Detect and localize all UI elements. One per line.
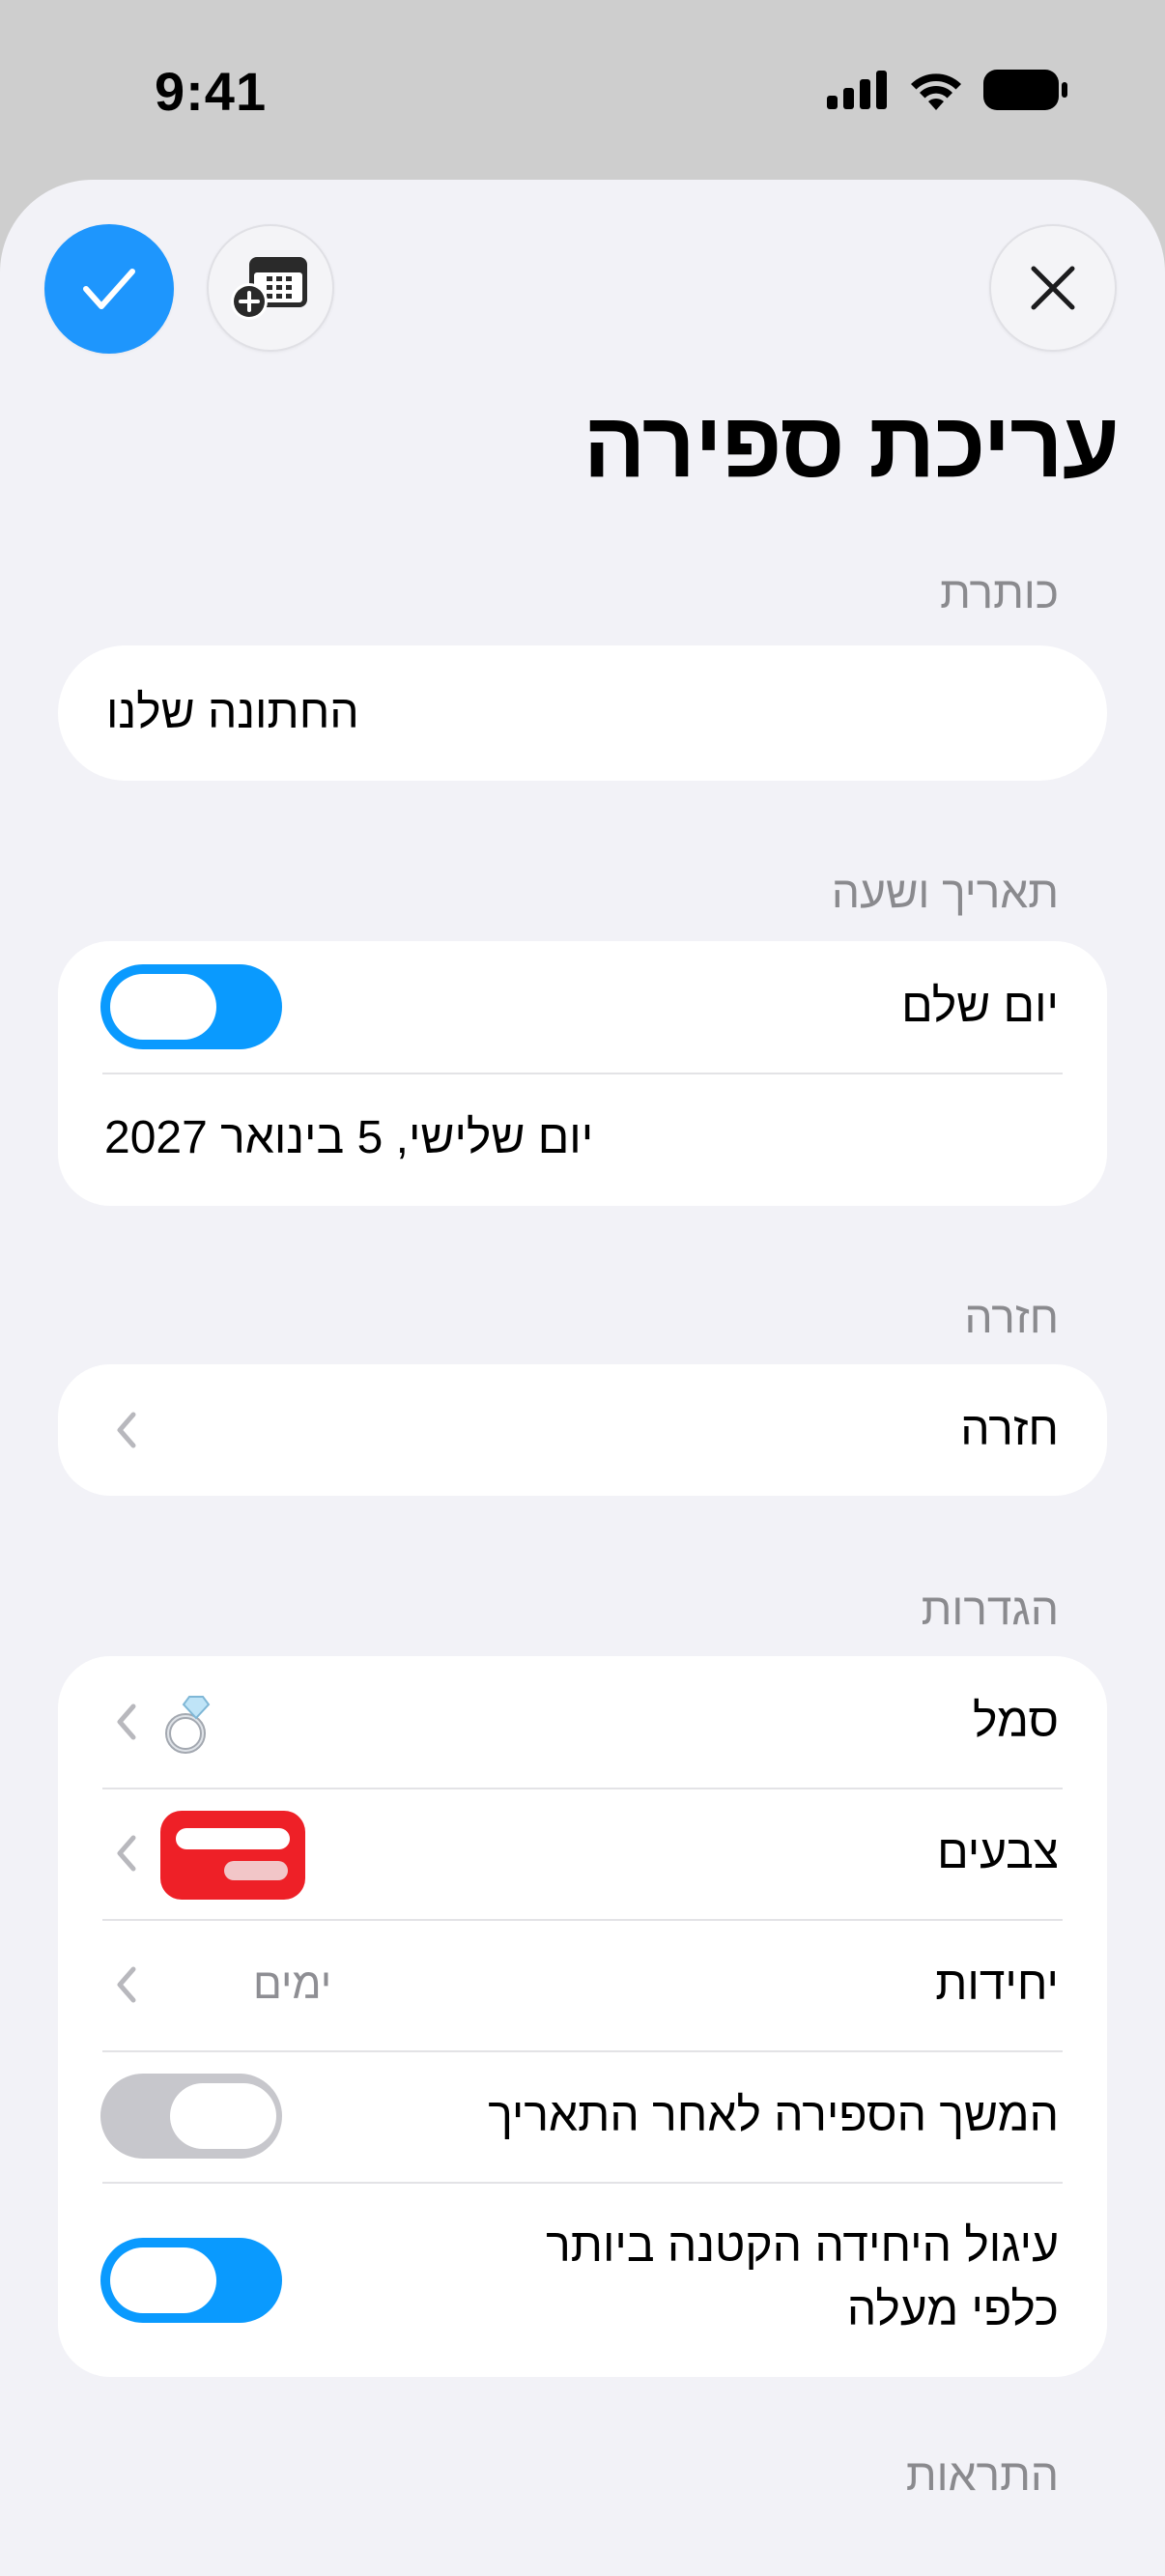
units-label: יחידות	[935, 1959, 1059, 2010]
repeat-card: חזרה	[58, 1364, 1107, 1496]
title-input-value: החתונה שלנו	[106, 687, 359, 738]
continue-after-date-toggle[interactable]	[100, 2074, 282, 2159]
continue-after-date-label: המשך הספירה לאחר התאריך	[488, 2090, 1059, 2141]
cellular-signal-icon	[827, 71, 887, 109]
chevron-left-icon	[117, 1703, 136, 1740]
round-up-label-line2: כלפי מעלה	[846, 2284, 1059, 2335]
round-up-toggle[interactable]	[100, 2238, 282, 2323]
swatch-bar	[224, 1861, 288, 1880]
wifi-icon	[911, 73, 961, 110]
date-row[interactable]: יום שלישי, 5 בינואר 2027	[58, 1073, 1107, 1204]
toggle-knob	[110, 2247, 216, 2313]
ring-icon	[165, 1696, 211, 1754]
colors-row[interactable]: צבעים	[58, 1788, 1107, 1919]
status-bar: 9:41	[0, 0, 1165, 180]
calendar-add-icon	[231, 257, 307, 320]
all-day-toggle[interactable]	[100, 964, 282, 1049]
status-icons	[827, 70, 1068, 110]
add-to-calendar-button[interactable]	[207, 224, 334, 352]
datetime-card: יום שלם יום שלישי, 5 בינואר 2027	[58, 941, 1107, 1206]
continue-after-date-row: המשך הספירה לאחר התאריך	[58, 2050, 1107, 2182]
toggle-knob	[110, 974, 216, 1040]
settings-section-header: הגדרות	[921, 1584, 1059, 1634]
round-up-row: עיגול היחידה הקטנה ביותר כלפי מעלה	[58, 2182, 1107, 2377]
close-button[interactable]	[989, 224, 1117, 352]
round-up-label: עיגול היחידה הקטנה ביותר כלפי מעלה	[546, 2215, 1059, 2342]
units-value: ימים	[253, 1961, 332, 2008]
repeat-section-header: חזרה	[964, 1292, 1059, 1342]
symbol-label: סמל	[973, 1696, 1059, 1747]
symbol-row[interactable]: סמל	[58, 1656, 1107, 1788]
notifications-section-header: התראות	[905, 2449, 1059, 2500]
round-up-label-line1: עיגול היחידה הקטנה ביותר	[546, 2220, 1059, 2272]
status-time: 9:41	[155, 61, 268, 122]
title-section-header: כותרת	[940, 567, 1059, 617]
color-swatch	[160, 1811, 305, 1900]
chevron-left-icon	[117, 1835, 136, 1872]
units-row[interactable]: יחידות ימים	[58, 1919, 1107, 2050]
confirm-button[interactable]	[44, 224, 174, 354]
repeat-row[interactable]: חזרה	[58, 1364, 1107, 1496]
chevron-left-icon	[117, 1412, 136, 1448]
toggle-knob	[170, 2083, 276, 2149]
checkmark-icon	[83, 269, 135, 309]
page-title: עריכת ספירה	[582, 393, 1120, 497]
all-day-row: יום שלם	[58, 941, 1107, 1073]
date-value[interactable]: יום שלישי, 5 בינואר 2027	[104, 1073, 593, 1204]
battery-icon	[983, 70, 1067, 110]
close-icon	[1031, 266, 1075, 310]
all-day-label: יום שלם	[901, 981, 1059, 1032]
swatch-bar	[176, 1828, 290, 1849]
repeat-label: חזרה	[960, 1404, 1059, 1455]
chevron-left-icon	[117, 1966, 136, 2003]
settings-card: סמל צבעים יחידות ימים המשך הספירה לאחר ה…	[58, 1656, 1107, 2377]
title-input[interactable]: החתונה שלנו	[58, 645, 1107, 781]
datetime-section-header: תאריך ושעה	[831, 867, 1059, 917]
colors-label: צבעים	[937, 1827, 1059, 1878]
edit-countdown-sheet: עריכת ספירה כותרת החתונה שלנו תאריך ושעה…	[0, 180, 1165, 2576]
